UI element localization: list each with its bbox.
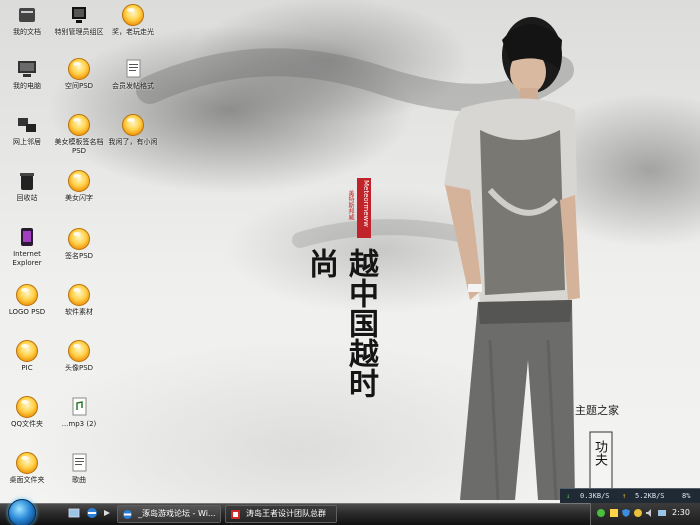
quick-launch-arrow-icon[interactable]: [101, 507, 113, 519]
desktop-icon-member-post-format[interactable]: 会员发帖格式: [106, 58, 160, 91]
psd-bowl-icon: [68, 284, 90, 306]
upload-speed: 5.2KB/S: [635, 492, 665, 500]
psd-bowl-icon: [16, 452, 38, 474]
qq-tray-icon[interactable]: [633, 508, 643, 518]
desktop-icon-mp3[interactable]: ...mp3 (2): [52, 396, 106, 429]
psd-bowl-icon: [16, 284, 38, 306]
shield-icon[interactable]: [621, 508, 631, 518]
desktop-icon-award[interactable]: 奖，老玩走光: [106, 4, 160, 37]
display-icon[interactable]: [657, 508, 667, 518]
psd-bowl-icon: [122, 114, 144, 136]
desktop-icon-software-assets[interactable]: 软件素材: [52, 284, 106, 317]
task-label: 涛岛王者设计团队总群: [246, 509, 326, 518]
psd-bowl-icon: [68, 340, 90, 362]
desktop-icon-recycle-bin[interactable]: 回收站: [0, 170, 54, 203]
psd-bowl-icon: [16, 396, 38, 418]
network-status-icon[interactable]: [609, 508, 619, 518]
computer-icon: [18, 61, 36, 77]
network-speed-meter: ↓ 0.3KB/S ↑ 5.2KB/S 8%: [560, 488, 700, 503]
recycle-bin-icon: [20, 173, 34, 190]
psd-bowl-icon: [122, 4, 144, 26]
internet-explorer-icon: [21, 228, 33, 246]
theme-watermark: 主题之家: [575, 404, 619, 417]
desktop-icon-network-places[interactable]: 网上邻居: [0, 114, 54, 147]
download-arrow-icon: ↓: [566, 492, 571, 500]
task-label: _涿岛游戏论坛 - Wi...: [138, 509, 216, 518]
qq-group-icon: [231, 510, 240, 519]
psd-bowl-icon: [68, 58, 90, 80]
text-file-icon: [126, 59, 141, 78]
desktop-icon-pic[interactable]: PIC: [0, 340, 54, 373]
seal-subtext: 美特斯邦威: [347, 190, 354, 220]
desktop-icon-logo-psd[interactable]: LOGO PSD: [0, 284, 54, 317]
cpu-usage: 8%: [682, 492, 691, 500]
upload-arrow-icon: ↑: [622, 492, 627, 500]
desktop-icon-signature-psd[interactable]: 签名PSD: [52, 228, 106, 261]
monitor-shortcut-icon: [72, 7, 86, 23]
desktop-icon-beauty-signature-psd[interactable]: 美女模板签名档PSD: [52, 114, 106, 156]
desktop-icon-internet-explorer[interactable]: Internet Explorer: [0, 226, 54, 268]
clock[interactable]: 2:30: [672, 506, 690, 520]
scroll-text: 功夫: [592, 440, 607, 466]
volume-icon[interactable]: [645, 508, 655, 518]
taskbar-button-qq-group[interactable]: 涛岛王者设计团队总群: [225, 505, 337, 523]
desktop-icon-my-computer[interactable]: 我的电脑: [0, 58, 54, 91]
desktop-icon-avatar-psd[interactable]: 头像PSD: [52, 340, 106, 373]
calligraphy-text: 越中国越时尚: [303, 248, 378, 398]
my-documents-icon: [19, 8, 35, 22]
internet-explorer-icon[interactable]: [86, 507, 98, 519]
security-shield-icon[interactable]: [596, 508, 606, 518]
taskbar-button-forum-browser[interactable]: _涿岛游戏论坛 - Wi...: [117, 505, 221, 523]
psd-bowl-icon: [68, 114, 90, 136]
desktop-icon-idle[interactable]: 我闲了，有小闲: [106, 114, 160, 147]
start-button[interactable]: [8, 499, 36, 525]
internet-explorer-icon: [123, 510, 132, 519]
desktop-icon-space-psd[interactable]: 空间PSD: [52, 58, 106, 91]
desktop-icon-qq-folder[interactable]: QQ文件夹: [0, 396, 54, 429]
psd-bowl-icon: [16, 340, 38, 362]
psd-bowl-icon: [68, 228, 90, 250]
desktop-icon-beauty-flash[interactable]: 美女闪字: [52, 170, 106, 203]
seal-text: Meteormeww: [362, 180, 370, 228]
desktop-icon-desktop-folder[interactable]: 桌面文件夹: [0, 452, 54, 485]
mp3-file-icon: [72, 397, 87, 416]
network-icon: [18, 118, 36, 132]
show-desktop-icon[interactable]: [68, 507, 80, 519]
desktop-icon-my-documents[interactable]: 我的文档: [0, 4, 54, 37]
download-speed: 0.3KB/S: [580, 492, 610, 500]
desktop-icon-admin-zone[interactable]: 特别管理员组区: [52, 4, 106, 37]
desktop-icon-songs[interactable]: 歌曲: [52, 452, 106, 485]
text-file-icon: [72, 453, 87, 472]
psd-bowl-icon: [68, 170, 90, 192]
